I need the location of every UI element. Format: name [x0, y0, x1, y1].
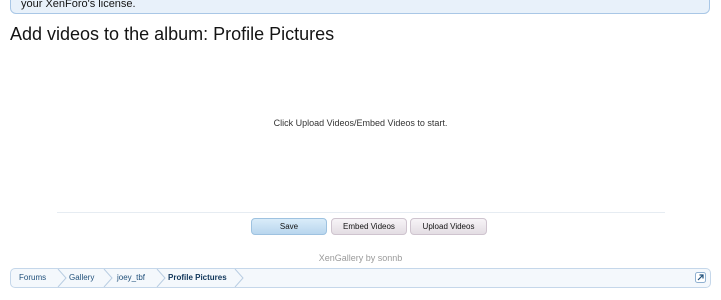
breadcrumb-separator — [57, 269, 67, 287]
jump-arrow-icon[interactable] — [695, 272, 706, 283]
upload-videos-button[interactable]: Upload Videos — [410, 218, 487, 235]
embed-videos-button[interactable]: Embed Videos — [331, 218, 407, 235]
breadcrumb-item-gallery[interactable]: Gallery — [69, 269, 94, 287]
footer-credit[interactable]: XenGallery by sonnb — [0, 253, 721, 263]
license-notice: your XenForo's license. — [10, 0, 710, 14]
divider — [57, 212, 665, 213]
empty-state-message: Click Upload Videos/Embed Videos to star… — [273, 118, 448, 128]
page-title: Add videos to the album: Profile Picture… — [10, 24, 335, 44]
breadcrumb-item-current: Profile Pictures — [168, 273, 227, 282]
breadcrumb-item-user[interactable]: joey_tbf — [117, 269, 145, 287]
breadcrumb-item-forums[interactable]: Forums — [19, 269, 46, 287]
save-button[interactable]: Save — [251, 218, 327, 235]
breadcrumb-separator — [234, 269, 244, 287]
license-notice-text: your XenForo's license. — [21, 0, 136, 10]
breadcrumb-separator — [103, 269, 113, 287]
breadcrumb-separator — [156, 269, 166, 287]
breadcrumb: Forums Gallery joey_tbf Profile Pictures — [10, 268, 711, 288]
